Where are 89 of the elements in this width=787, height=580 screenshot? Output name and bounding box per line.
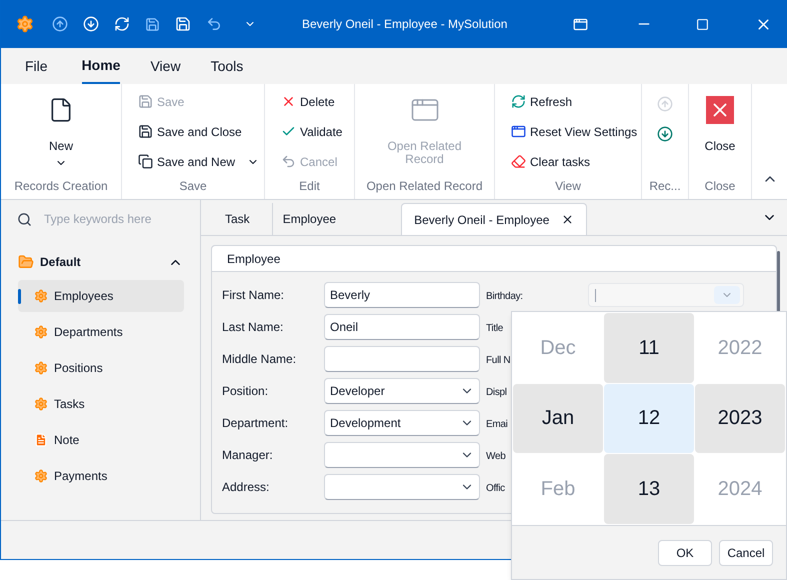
ribbon-button[interactable]: New: [40, 84, 82, 169]
undo-icon[interactable]: [206, 16, 222, 32]
save-close-icon[interactable]: [175, 16, 191, 32]
menu-tab[interactable]: View: [150, 48, 181, 84]
text-field[interactable]: [324, 346, 480, 372]
field-label: Last Name:: [222, 319, 284, 336]
dialog-button[interactable]: OK: [658, 540, 712, 566]
nav-item[interactable]: Payments: [18, 460, 184, 492]
gear-icon: [34, 289, 48, 303]
group-caption: Close: [704, 178, 736, 195]
note-icon: [34, 433, 48, 447]
field-label: Address:: [222, 479, 270, 496]
reset-view-icon: [511, 124, 526, 139]
gear-icon: [34, 469, 48, 483]
menu-tab[interactable]: File: [25, 48, 48, 84]
maximize-icon[interactable]: [696, 18, 709, 30]
ribbon-button[interactable]: Close: [696, 84, 744, 153]
menu-tab[interactable]: Tools: [210, 48, 244, 84]
field-label: Full N: [486, 355, 510, 366]
field-label: Manager:: [222, 447, 274, 464]
save-icon: [138, 94, 153, 109]
save-new-icon: [138, 154, 153, 169]
dropdown-field[interactable]: Developer: [324, 378, 480, 404]
dialog-button[interactable]: Cancel: [719, 540, 773, 566]
window-title: Beverly Oneil - Employee - MySolution: [302, 16, 508, 33]
picker-item[interactable]: 2023: [695, 384, 785, 454]
field-label: Birthday:: [486, 291, 523, 302]
close-icon: [706, 96, 734, 124]
ribbon-button[interactable]: Delete: [281, 89, 335, 114]
refresh-icon[interactable]: [114, 16, 130, 32]
down-arrow-button[interactable]: [655, 124, 675, 144]
nav-item[interactable]: Tasks: [18, 388, 184, 420]
tab-close-icon[interactable]: [561, 213, 574, 226]
field-label: Web: [486, 451, 506, 462]
field-label: First Name:: [222, 287, 286, 304]
save-icon[interactable]: [145, 16, 160, 32]
restore-icon[interactable]: [573, 16, 588, 32]
group-caption: Save: [179, 178, 207, 195]
group-caption: View: [555, 178, 581, 195]
picker-item[interactable]: 13: [604, 454, 694, 524]
group-caption: Edit: [299, 178, 320, 195]
ribbon-button[interactable]: Validate: [281, 119, 342, 144]
date-field[interactable]: [588, 283, 744, 307]
picker-item[interactable]: Jan: [513, 384, 603, 454]
dropdown-field[interactable]: Development: [324, 410, 480, 436]
nav-item[interactable]: Departments: [18, 316, 184, 348]
field-label: Emai: [486, 419, 508, 430]
section-header: Employee: [212, 246, 776, 272]
search-field[interactable]: Type keywords here: [44, 210, 184, 228]
field-label: Offic: [486, 483, 505, 494]
picker-item[interactable]: 12: [604, 384, 694, 454]
dropdown-field[interactable]: [324, 442, 480, 468]
ribbon-button[interactable]: Clear tasks: [511, 149, 590, 174]
group-caption: Records Creation: [14, 178, 108, 195]
field-label: Position:: [222, 383, 270, 400]
picker-item[interactable]: 11: [604, 313, 694, 383]
undo-icon: [281, 154, 296, 169]
nav-item[interactable]: Note: [18, 424, 184, 456]
dropdown-field[interactable]: [324, 474, 480, 500]
ribbon-button[interactable]: Refresh: [511, 89, 572, 114]
folder-icon: [18, 254, 34, 270]
field-label: Middle Name:: [222, 351, 298, 368]
save-close-icon: [138, 124, 153, 139]
group-caption: Open Related Record: [366, 178, 483, 195]
document-tab[interactable]: Beverly Oneil - Employee: [401, 203, 588, 235]
group-caption: Rec...: [649, 178, 681, 195]
app-logo-icon: [16, 15, 34, 33]
up-icon[interactable]: [52, 16, 68, 32]
search-icon: [17, 212, 32, 226]
ribbon-button[interactable]: Save and Close: [138, 119, 242, 144]
down-icon[interactable]: [83, 16, 99, 32]
document-tab[interactable]: Task: [201, 203, 272, 235]
text-field[interactable]: Beverly: [324, 282, 480, 308]
gear-icon: [34, 325, 48, 339]
eraser-icon: [511, 154, 526, 169]
document-tab[interactable]: Employee: [272, 203, 376, 235]
gear-icon: [34, 397, 48, 411]
gear-icon: [34, 361, 48, 375]
field-label: Department:: [222, 415, 290, 432]
field-label: Title: [486, 323, 504, 334]
nav-item[interactable]: Positions: [18, 352, 184, 384]
delete-icon: [281, 94, 296, 109]
field-label: Displ: [486, 387, 507, 398]
ribbon-button[interactable]: Reset View Settings: [511, 119, 638, 144]
group-header[interactable]: Default: [1, 248, 200, 276]
nav-item[interactable]: Employees: [18, 280, 184, 312]
ribbon-button[interactable]: Save and New: [138, 149, 260, 174]
text-field[interactable]: Oneil: [324, 314, 480, 340]
refresh-icon: [511, 94, 526, 109]
